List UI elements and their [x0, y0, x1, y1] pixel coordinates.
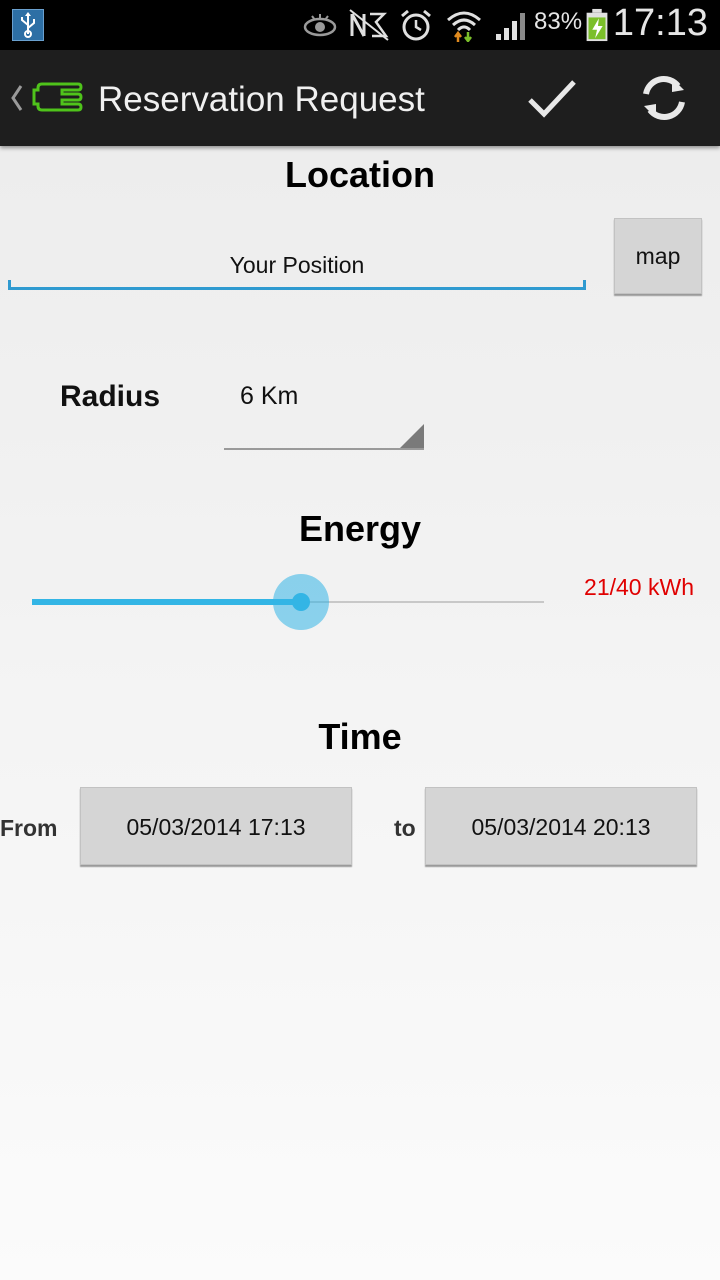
location-input[interactable]: Your Position — [8, 240, 586, 290]
wifi-icon — [447, 11, 481, 42]
energy-value: 21/40 kWh — [584, 574, 694, 600]
nfc-icon — [349, 9, 389, 41]
location-heading: Location — [285, 154, 435, 195]
dropdown-triangle-icon — [400, 424, 424, 448]
refresh-icon[interactable] — [636, 72, 692, 124]
energy-heading: Energy — [298, 508, 422, 549]
location-value: Your Position — [229, 252, 365, 278]
check-icon[interactable] — [524, 72, 580, 124]
action-bar: Reservation Request — [0, 50, 720, 146]
status-bar: 83% 17:13 — [0, 0, 720, 50]
clock: 17:13 — [612, 2, 708, 44]
from-datetime-button[interactable]: 05/03/2014 17:13 — [80, 787, 352, 865]
radius-spinner[interactable]: 6 Km — [224, 370, 424, 450]
slider-thumb[interactable] — [292, 593, 310, 611]
eye-icon — [303, 14, 337, 37]
signal-icon — [496, 13, 525, 40]
page-title: Reservation Request — [98, 80, 425, 119]
from-label: From — [0, 815, 58, 841]
app-logo-icon[interactable] — [32, 78, 84, 118]
map-button[interactable]: map — [614, 218, 702, 294]
to-datetime-button[interactable]: 05/03/2014 20:13 — [425, 787, 697, 865]
time-heading: Time — [318, 716, 402, 757]
alarm-icon — [401, 9, 431, 41]
slider-fill — [32, 599, 301, 605]
usb-icon — [12, 9, 44, 41]
to-label: to — [394, 815, 416, 841]
battery-percent: 83% — [534, 8, 583, 35]
back-chevron-icon[interactable] — [8, 80, 26, 116]
radius-label: Radius — [60, 380, 161, 413]
energy-slider[interactable] — [32, 572, 544, 632]
radius-selected-value: 6 Km — [240, 382, 299, 410]
battery-charging-icon — [586, 8, 608, 42]
